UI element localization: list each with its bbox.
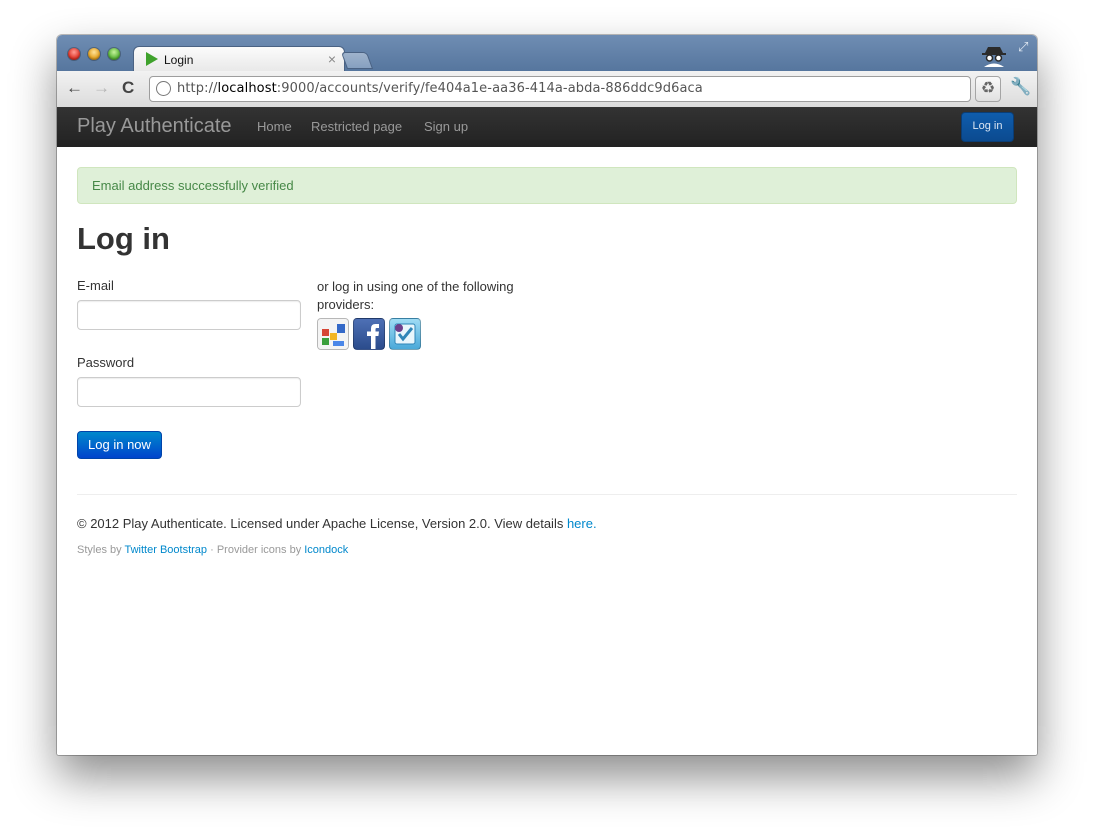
page-content: Play Authenticate Home Restricted page S… [57,107,1037,755]
browser-toolbar: ← → C http://localhost:9000/accounts/ver… [57,71,1037,108]
recycle-extension-icon[interactable]: ♻ [975,76,1001,102]
nav-link-home[interactable]: Home [257,119,292,134]
footer-divider [77,494,1017,495]
globe-icon [156,81,171,96]
nav-link-restricted-page[interactable]: Restricted page [311,119,402,134]
twitter-bootstrap-link[interactable]: Twitter Bootstrap [125,544,208,556]
page-title: Log in [77,221,170,256]
email-field[interactable] [77,300,301,330]
footer-credits: Styles by Twitter Bootstrap · Provider i… [77,544,349,556]
google-provider-icon[interactable] [317,318,349,350]
success-alert: Email address successfully verified [77,167,1017,204]
wrench-menu-icon[interactable]: 🔧 [1010,77,1031,97]
new-tab-button[interactable] [340,52,374,69]
reload-button[interactable]: C [122,79,134,97]
tab-login[interactable]: Login × [133,46,345,72]
browser-window: Login × ⤢ ← → C http://localhost:9000/ac… [57,35,1037,755]
password-label: Password [77,355,135,370]
navbar-login-button[interactable]: Log in [961,112,1014,142]
login-submit-button[interactable]: Log in now [77,431,162,459]
providers-text: or log in using one of the following pro… [317,279,514,312]
foursquare-provider-icon[interactable] [389,318,421,350]
password-field[interactable] [77,377,301,407]
minimize-window-button[interactable] [88,48,100,60]
close-window-button[interactable] [68,48,80,60]
brand-link[interactable]: Play Authenticate [77,115,232,138]
tab-close-icon[interactable]: × [328,51,336,67]
fullscreen-icon[interactable]: ⤢ [1018,39,1028,55]
footer-license: © 2012 Play Authenticate. Licensed under… [77,516,597,531]
back-button[interactable]: ← [66,79,83,97]
nav-link-sign-up[interactable]: Sign up [424,119,468,134]
alert-message: Email address successfully verified [92,178,294,193]
site-navbar: Play Authenticate Home Restricted page S… [57,107,1037,147]
incognito-icon [982,47,1006,67]
tab-title: Login [164,53,194,67]
zoom-window-button[interactable] [108,48,120,60]
forward-button[interactable]: → [93,79,110,97]
email-label: E-mail [77,278,114,293]
facebook-provider-icon[interactable] [353,318,385,350]
address-bar[interactable]: http://localhost:9000/accounts/verify/fe… [149,76,971,102]
license-details-link[interactable]: here [567,516,593,531]
icondock-link[interactable]: Icondock [304,544,348,556]
url-text: http://localhost:9000/accounts/verify/fe… [177,81,703,96]
play-favicon-icon [146,52,158,66]
tab-strip: Login × ⤢ [57,35,1037,72]
